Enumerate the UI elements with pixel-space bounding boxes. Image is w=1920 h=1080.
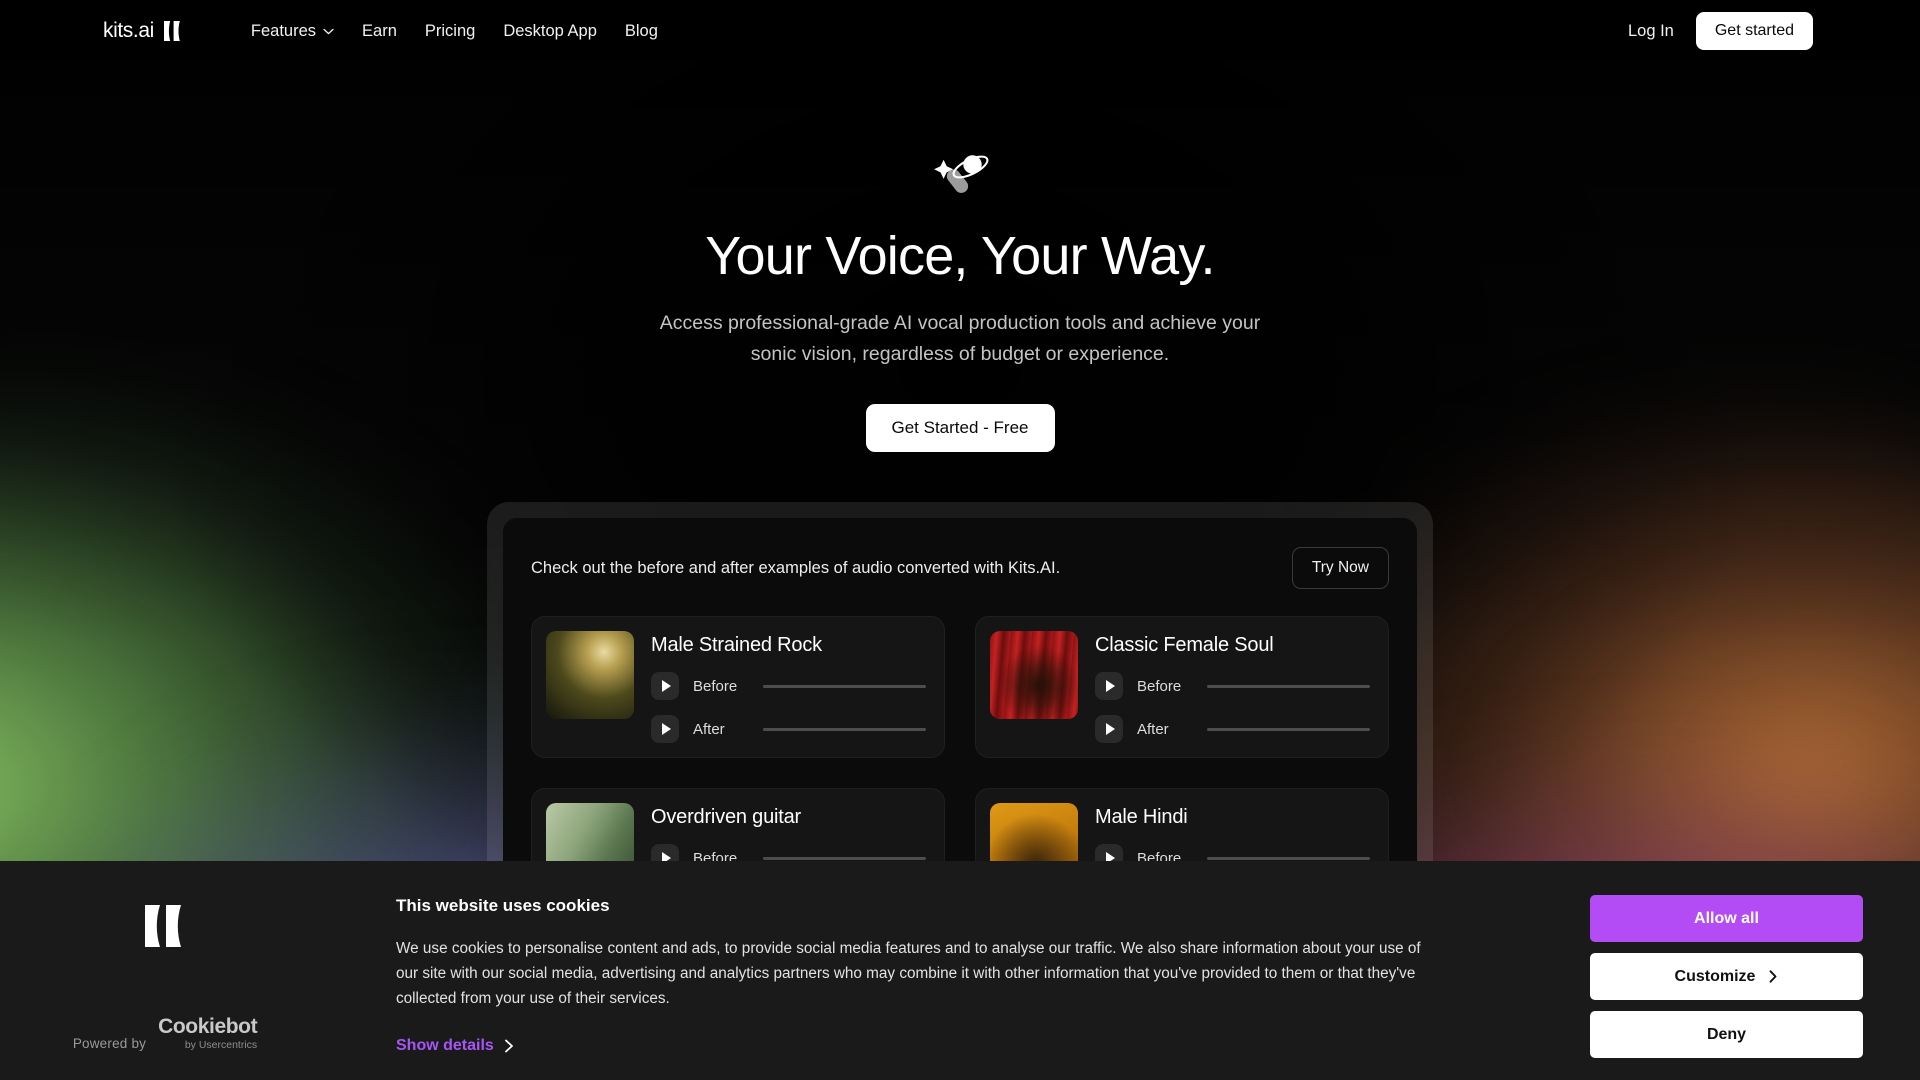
deny-button[interactable]: Deny — [1590, 1011, 1863, 1058]
audio-track-before: Before — [651, 672, 930, 700]
cookie-banner-body: We use cookies to personalise content an… — [396, 940, 1421, 1008]
play-button[interactable] — [1095, 715, 1123, 743]
audio-card-thumbnail — [990, 631, 1078, 719]
track-progress-bar[interactable] — [1207, 856, 1370, 860]
nav-left-group: kits.ai Features Earn Pricing Desktop Ap… — [103, 19, 672, 43]
show-details-label: Show details — [396, 1037, 494, 1055]
hero-cta-button[interactable]: Get Started - Free — [865, 404, 1055, 453]
chevron-right-icon — [1770, 970, 1777, 983]
powered-by-label: Powered by — [72, 1036, 147, 1051]
track-progress-bar[interactable] — [763, 684, 926, 688]
audio-card-title: Classic Female Soul — [1095, 634, 1274, 656]
customize-button[interactable]: Customize — [1590, 953, 1863, 1000]
show-details-link[interactable]: Show details — [396, 1037, 515, 1055]
nav-links: Features Earn Pricing Desktop App Blog — [237, 22, 672, 41]
track-label: Before — [693, 677, 738, 695]
nav-link-pricing[interactable]: Pricing — [411, 22, 489, 41]
customize-label: Customize — [1674, 967, 1756, 985]
play-button[interactable] — [1095, 672, 1123, 700]
nav-link-features[interactable]: Features — [237, 22, 348, 41]
audio-card-title: Male Hindi — [1095, 806, 1188, 828]
top-navigation-bar: kits.ai Features Earn Pricing Desktop Ap… — [0, 0, 1920, 62]
page-title: Your Voice, Your Way. — [705, 226, 1215, 286]
nav-link-earn[interactable]: Earn — [348, 22, 411, 41]
audio-card[interactable]: Male Strained Rock Before After — [531, 616, 945, 758]
site-logo[interactable]: kits.ai — [103, 19, 184, 43]
demo-panel-header: Check out the before and after examples … — [531, 547, 1389, 589]
track-label: After — [693, 720, 725, 738]
play-icon — [661, 723, 671, 735]
get-started-button[interactable]: Get started — [1695, 12, 1813, 50]
nav-right-group: Log In Get started — [1628, 12, 1813, 50]
audio-card-body: Classic Female Soul Before After — [1095, 631, 1374, 743]
audio-card-body: Male Strained Rock Before After — [651, 631, 930, 743]
cookie-banner-actions: Allow all Customize Deny — [1590, 861, 1920, 1058]
audio-card-thumbnail — [546, 631, 634, 719]
chevron-down-icon — [323, 28, 334, 34]
kits-logo-icon — [163, 21, 180, 41]
logo-wordmark: kits.ai — [103, 19, 154, 42]
nav-link-blog[interactable]: Blog — [611, 22, 672, 41]
track-progress-bar[interactable] — [763, 727, 926, 731]
track-progress-bar[interactable] — [1207, 727, 1370, 731]
track-label: Before — [1137, 677, 1182, 695]
powered-by-cookiebot[interactable]: Powered by Cookiebot by Usercentrics — [72, 1016, 258, 1051]
cookie-banner-text: This website uses cookies We use cookies… — [330, 861, 1590, 1055]
cookie-banner-title: This website uses cookies — [396, 896, 610, 915]
page-root: kits.ai Features Earn Pricing Desktop Ap… — [0, 0, 1920, 1080]
cookiebot-subtitle: by Usercentrics — [184, 1039, 258, 1051]
hero-section: Your Voice, Your Way. Access professiona… — [0, 62, 1920, 453]
play-icon — [1105, 680, 1115, 692]
play-button[interactable] — [651, 672, 679, 700]
audio-track-after: After — [1095, 715, 1374, 743]
demo-panel-heading: Check out the before and after examples … — [531, 558, 1061, 577]
cookie-banner-left: Powered by Cookiebot by Usercentrics — [0, 861, 330, 1080]
nav-link-features-label: Features — [250, 21, 317, 40]
cookiebot-name: Cookiebot — [158, 1015, 258, 1038]
audio-card[interactable]: Classic Female Soul Before After — [975, 616, 1389, 758]
play-icon — [661, 680, 671, 692]
hero-subtitle: Access professional-grade AI vocal produ… — [659, 312, 1261, 366]
audio-card-title: Overdriven guitar — [651, 806, 801, 828]
try-now-button[interactable]: Try Now — [1291, 547, 1389, 589]
track-progress-bar[interactable] — [763, 856, 926, 860]
audio-card-title: Male Strained Rock — [651, 634, 822, 656]
track-label: After — [1137, 720, 1169, 738]
audio-track-after: After — [651, 715, 930, 743]
track-progress-bar[interactable] — [1207, 684, 1370, 688]
kits-mark-icon — [145, 905, 181, 947]
cookie-consent-banner: Powered by Cookiebot by Usercentrics Thi… — [0, 861, 1920, 1080]
chevron-right-icon — [504, 1039, 513, 1053]
microphone-sparkle-orbit-icon — [934, 155, 989, 193]
play-icon — [1105, 723, 1115, 735]
nav-link-desktop-app[interactable]: Desktop App — [489, 22, 611, 41]
log-in-link[interactable]: Log In — [1628, 22, 1674, 41]
cookiebot-logo: Cookiebot by Usercentrics — [158, 1016, 257, 1051]
allow-all-button[interactable]: Allow all — [1590, 895, 1863, 942]
audio-track-before: Before — [1095, 672, 1374, 700]
play-button[interactable] — [651, 715, 679, 743]
